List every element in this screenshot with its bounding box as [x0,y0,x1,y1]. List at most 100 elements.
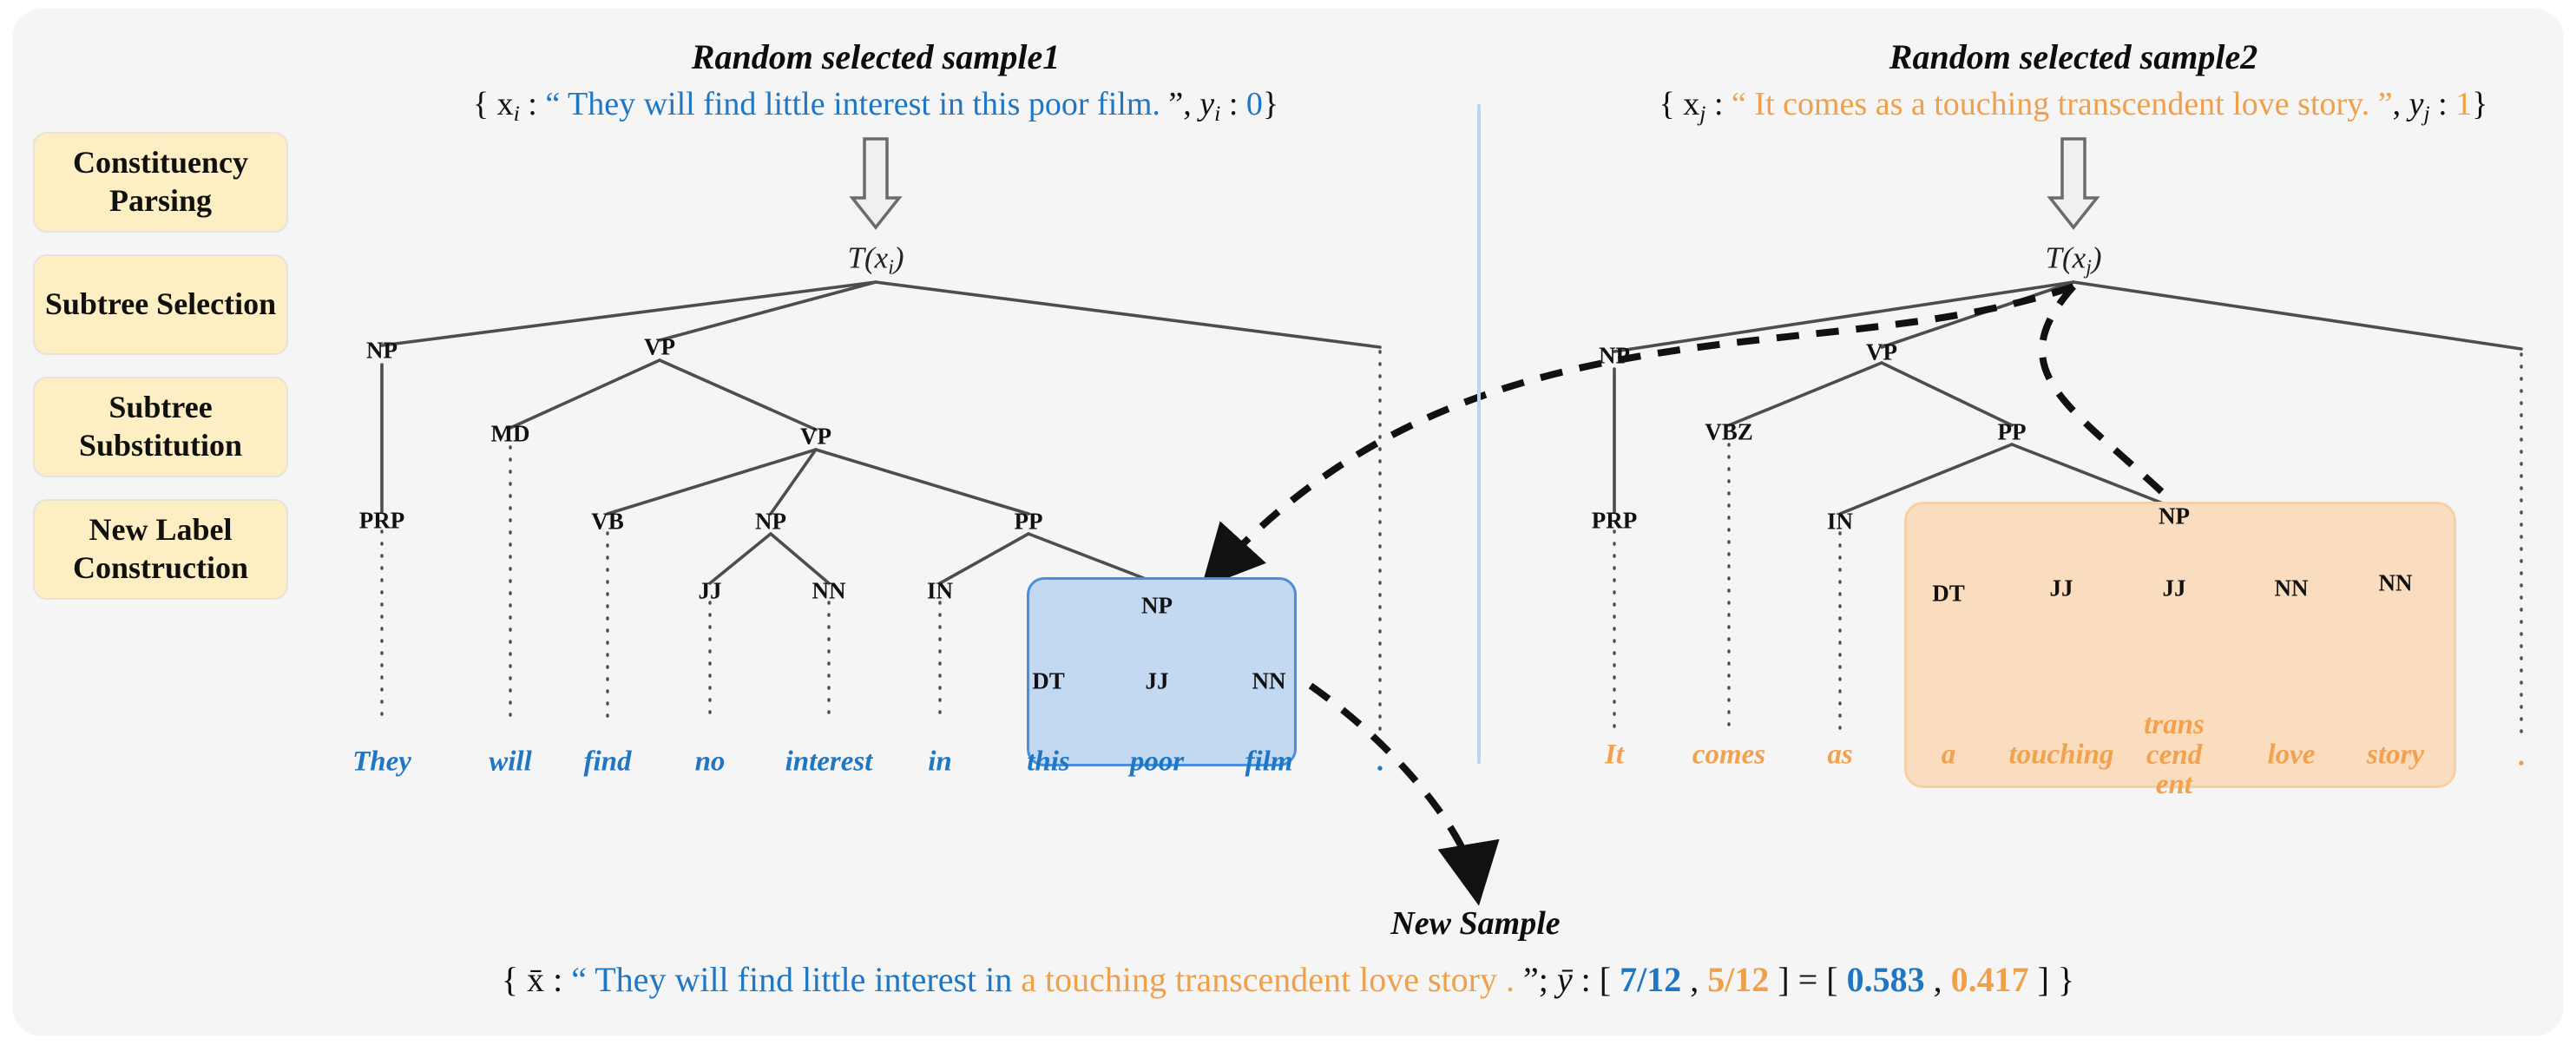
right-leaf-1: It [1605,739,1624,772]
left-leaf-6-text: in [928,746,952,778]
right-leaf-period-text: . [2517,740,2526,772]
new-dec-bracket-open: [ [1826,960,1847,999]
sample1-pair: { xi : “ They will find little interest … [398,85,1353,127]
pipeline-box-1-label: Constituency Parsing [72,145,248,218]
right-node-VP1-label: VP [1866,338,1897,365]
new-sentence-orange: a touching transcendent love story [1021,960,1497,999]
right-leaf-6-line3: ent [2155,769,2193,801]
right-node-NP1-label: NP [1599,342,1630,369]
sample2-label-var: y [2408,86,2424,122]
new-semicolon: ; [1538,960,1557,999]
sample2-comma: , [2392,86,2409,122]
right-leaf-8: story [2367,739,2424,772]
left-leaf-2: will [489,746,532,779]
left-node-VP2: VP [800,424,831,450]
right-node-NPsel-label: NP [2159,503,2190,529]
pipeline-box-1[interactable]: Constituency Parsing [33,132,288,233]
left-node-NN: NN [812,578,846,605]
right-node-NNb: NN [2379,570,2413,597]
pipeline-box-4[interactable]: New Label Construction [33,499,288,600]
left-node-JJ3-label: JJ [1145,667,1169,694]
left-leaf-8-text: poor [1129,746,1185,778]
left-leaf-period: . [1377,746,1383,779]
new-close-brace: } [2048,960,2075,999]
new-quote-close: ” [1523,960,1539,999]
right-leaf-1-text: It [1604,739,1625,771]
left-node-PRP-label: PRP [358,507,405,534]
sample2-label-value: 1 [2455,86,2473,122]
left-node-PRP: PRP [359,508,404,535]
left-node-VP1-label: VP [644,333,675,360]
left-leaf-6: in [928,746,952,779]
right-leaf-period: . [2518,741,2525,773]
sample2-title-text: Random selected sample2 [1889,37,2258,76]
new-sample-pair: { x̄ : “ They will find little interest … [377,959,2199,1000]
left-leaf-2-text: will [489,746,532,778]
left-node-DT3-label: DT [1032,667,1065,694]
sample2-var: x [1683,86,1700,122]
pipeline-box-4-label: New Label Construction [72,512,248,585]
right-root-label: T(x [2045,240,2086,275]
right-node-VP1: VP [1866,339,1897,366]
pipeline-box-2-label: Subtree Selection [44,286,277,322]
right-node-IN-label: IN [1826,508,1854,535]
new-dec-sep: , [1924,960,1951,999]
left-node-NP3-label: NP [1141,592,1173,619]
left-node-NN3-label: NN [1252,667,1286,694]
right-node-NPsel: NP [2159,503,2190,530]
right-leaf-2-text: comes [1692,739,1766,771]
right-leaf-3: as [1827,739,1852,772]
sample2-sentence: It comes as a touching transcendent love… [1754,86,2370,122]
sample1-comma: , [1183,86,1200,122]
sample1-label-var: y [1199,86,1215,122]
sample2-title: Random selected sample2 [1726,36,2421,77]
new-frac-sep: , [1681,960,1708,999]
right-node-DT-label: DT [1932,580,1965,607]
new-sentence-blue: They will find little interest in [595,960,1022,999]
left-node-NP1: NP [366,338,398,365]
left-node-JJ: JJ [699,578,722,605]
left-leaf-1: They [352,746,411,779]
right-node-PRP: PRP [1592,508,1637,535]
left-leaf-7: this [1027,746,1070,779]
left-node-JJ-label: JJ [698,577,722,604]
right-node-NNa: NN [2275,575,2309,602]
left-leaf-9: film [1245,746,1293,779]
new-frac-orange: 5/12 [1707,960,1770,999]
right-node-NP1: NP [1599,343,1630,370]
right-node-JJa: JJ [2050,575,2073,602]
left-node-NN3: NN [1252,668,1286,695]
pipeline-box-3[interactable]: Subtree Substitution [33,377,288,477]
left-leaf-8: poor [1130,746,1184,779]
right-leaf-3-text: as [1827,739,1853,771]
left-tree-root: T(xi) [848,241,904,280]
right-node-PP: PP [1998,419,2027,446]
left-leaf-3-text: find [583,746,632,778]
right-node-PRP-label: PRP [1591,507,1638,534]
right-leaf-7: love [2268,739,2316,772]
left-node-DT3: DT [1032,668,1065,695]
sample2-quote-open: “ [1732,86,1755,122]
left-node-VP1: VP [644,334,675,361]
sample2-close-brace: } [2472,86,2488,122]
sample2-quote-close: ” [2369,86,2393,122]
left-node-NN-label: NN [812,577,846,604]
left-root-label: T(x [847,240,889,275]
left-node-NP3: NP [1141,593,1173,620]
right-leaf-6-line1: trans [2144,709,2205,741]
left-node-IN-label: IN [926,577,954,604]
panel-divider [1477,104,1481,764]
left-root-close: ) [893,240,904,275]
sample1-sentence: They will find little interest in this p… [568,86,1160,122]
left-leaf-1-text: They [352,746,411,778]
left-node-MD: MD [491,421,530,448]
right-node-IN: IN [1827,509,1853,536]
pipeline-box-2[interactable]: Subtree Selection [33,254,288,355]
left-leaf-5: interest [785,746,873,779]
right-leaf-5: touching [2008,739,2113,772]
left-node-JJ3: JJ [1146,668,1169,695]
sample1-label-colon: : [1220,86,1246,122]
sample1-title-text: Random selected sample1 [691,37,1061,76]
right-node-JJa-label: JJ [2049,575,2073,601]
new-dec-blue: 0.583 [1846,960,1925,999]
